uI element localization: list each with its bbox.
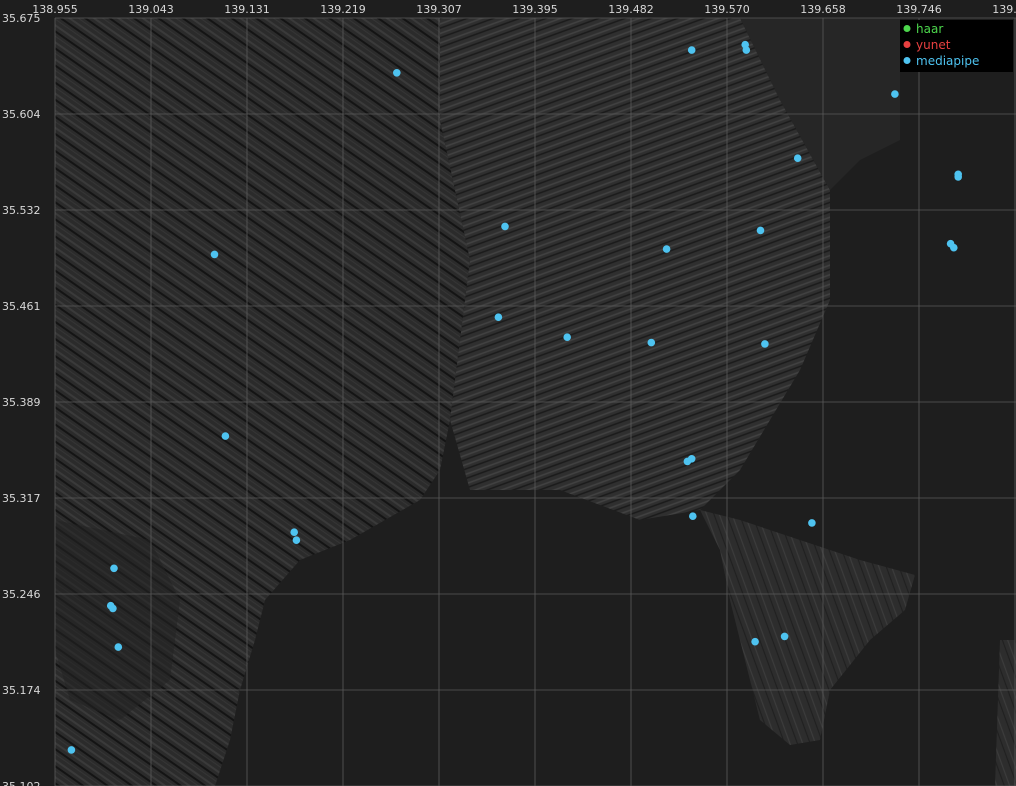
mediapipe-point[interactable] [647, 338, 656, 347]
x-tick-label: 139.307 [416, 3, 462, 16]
legend-haar-marker [903, 25, 911, 32]
mediapipe-point[interactable] [761, 340, 769, 348]
mediapipe-point[interactable] [689, 512, 697, 520]
mediapipe-point[interactable] [950, 243, 958, 252]
mediapipe-point[interactable] [780, 632, 789, 641]
mediapipe-point[interactable] [808, 519, 816, 527]
y-tick-label: 35.317 [2, 492, 41, 505]
mediapipe-point[interactable] [563, 333, 571, 342]
mediapipe-point[interactable] [742, 46, 751, 54]
legend-haar-label: haar [916, 22, 943, 36]
x-tick-label: 139.570 [704, 3, 750, 16]
y-tick-label: 35.246 [2, 588, 41, 601]
mediapipe-point[interactable] [501, 222, 509, 231]
mediapipe-point[interactable] [109, 604, 117, 613]
mediapipe-point[interactable] [393, 69, 401, 77]
legend: haar yunet mediapipe [900, 20, 1013, 72]
x-tick-label: 139.219 [320, 3, 366, 16]
mediapipe-point[interactable] [793, 154, 802, 162]
mediapipe-point[interactable] [954, 173, 962, 181]
mediapipe-point[interactable] [221, 432, 230, 440]
legend-mediapipe-label: mediapipe [916, 54, 979, 68]
legend-yunet-marker [903, 41, 911, 48]
terrain-map[interactable]: 138.955 139.043 139.131 139.219 139.307 139.3… [0, 0, 1016, 786]
mediapipe-point[interactable] [114, 643, 123, 651]
mediapipe-point[interactable] [751, 637, 759, 646]
mediapipe-point[interactable] [891, 90, 899, 98]
mediapipe-point[interactable] [290, 528, 299, 536]
mediapipe-point[interactable] [494, 313, 503, 322]
mediapipe-point[interactable] [67, 746, 76, 754]
x-tick-label: 139.746 [896, 3, 942, 16]
legend-yunet-label: yunet [916, 38, 951, 52]
mediapipe-point[interactable] [687, 46, 696, 54]
y-tick-label: 35.389 [2, 396, 41, 409]
y-tick-label: 35.604 [2, 108, 41, 121]
x-tick-label: 139.131 [224, 3, 270, 16]
y-tick-label: 35.174 [2, 684, 41, 697]
y-tick-label: 35.102 [2, 780, 41, 786]
y-tick-label: 35.532 [2, 204, 41, 217]
legend-mediapipe-marker [903, 57, 911, 64]
x-tick-label: 139.834 [992, 3, 1016, 16]
mediapipe-point[interactable] [687, 455, 696, 463]
mediapipe-point[interactable] [662, 245, 671, 253]
x-tick-label: 139.482 [608, 3, 654, 16]
y-tick-label: 35.675 [2, 12, 41, 25]
mediapipe-point[interactable] [756, 226, 765, 235]
x-tick-label: 139.395 [512, 3, 558, 16]
mediapipe-point[interactable] [110, 564, 118, 573]
y-tick-label: 35.461 [2, 300, 41, 313]
mediapipe-point[interactable] [210, 250, 219, 259]
x-tick-label: 139.043 [128, 3, 174, 16]
x-tick-label: 139.658 [800, 3, 846, 16]
mediapipe-point[interactable] [292, 536, 301, 544]
